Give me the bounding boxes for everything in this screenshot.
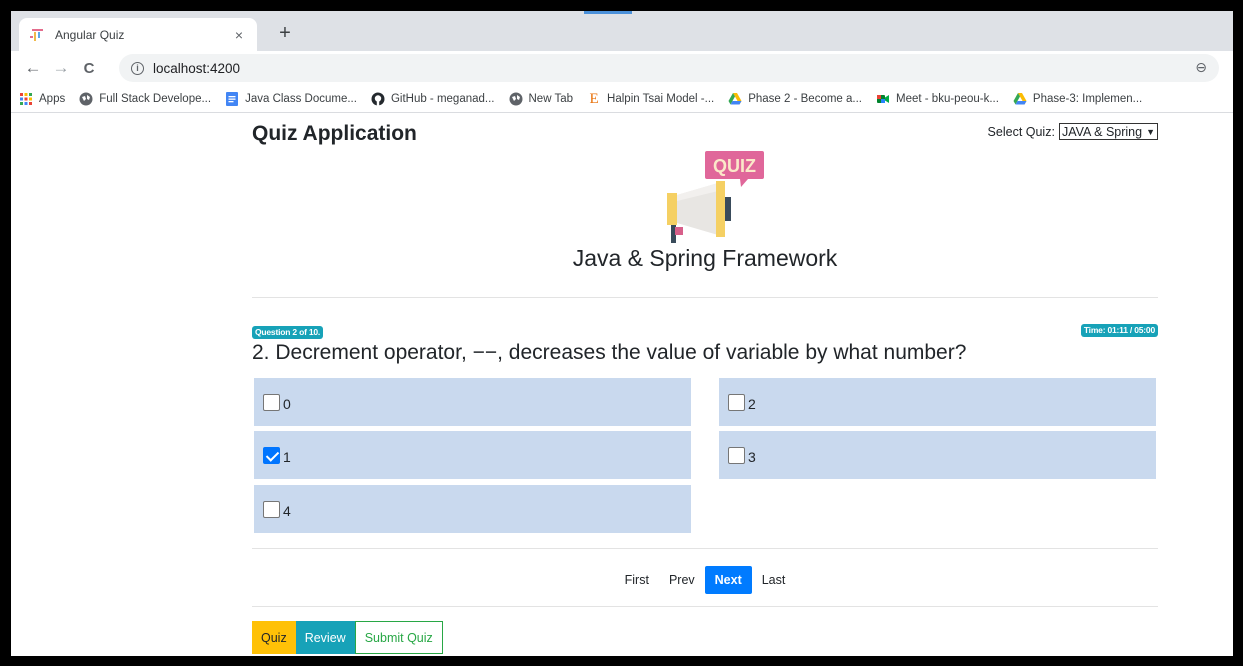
chevron-down-icon: ▼ [1146,126,1155,137]
option-label: 0 [283,396,291,412]
question-text: 2. Decrement operator, −−, decreases the… [252,341,967,364]
github-icon [371,92,385,106]
bookmark-apps[interactable]: Apps [19,92,65,106]
page-viewport: Quiz Application Select Quiz: JAVA & Spr… [11,114,1233,656]
bookmark-label: GitHub - meganad... [390,92,495,105]
reload-button[interactable]: C [75,60,103,77]
bookmark-label: Phase 2 - Become a... [748,92,863,105]
option-label: 2 [748,396,756,412]
bookmark-github[interactable]: GitHub - meganad... [371,92,495,106]
browser-toolbar: ← → C i localhost:4200 ⊖ [11,51,1233,85]
quiz-name-heading: Java & Spring Framework [572,245,838,271]
pager-first-button[interactable]: First [615,566,659,594]
back-button[interactable]: ← [19,58,47,78]
bookmark-label: New Tab [528,92,574,105]
tab-close-icon[interactable]: × [231,27,247,43]
quiz-select-dropdown[interactable]: JAVA & Spring ▼ [1058,123,1158,140]
answer-option-4[interactable]: 4 [254,485,691,533]
option-checkbox[interactable] [728,446,745,464]
megaphone-icon: QUIZ [667,151,764,243]
answer-option-2[interactable]: 2 [719,378,1156,426]
pager-last-button[interactable]: Last [752,566,796,594]
mode-button-group: Quiz Review Submit Quiz [252,621,443,654]
pager-next-button[interactable]: Next [704,566,752,594]
pager-prev-button[interactable]: Prev [659,566,705,594]
bookmark-phase-2[interactable]: Phase 2 - Become a... [728,92,862,106]
bookmark-label: Phase-3: Implemen... [1032,92,1143,105]
site-info-icon[interactable]: i [131,61,144,75]
logo-text: QUIZ [713,156,756,176]
option-checkbox[interactable] [263,500,280,518]
divider [252,297,1158,298]
tab-strip-accent [584,11,632,14]
quiz-mode-button[interactable]: Quiz [252,621,296,654]
divider [252,548,1158,549]
bookmark-phase-3[interactable]: Phase-3: Implemen... [1013,92,1142,106]
browser-window: Angular Quiz × + ← → C i localhost:4200 … [11,11,1233,656]
google-drive-icon [1013,92,1027,106]
globe-icon [79,92,93,106]
address-url: localhost:4200 [153,60,241,76]
option-checkbox[interactable] [728,393,745,411]
google-meet-icon [876,92,890,106]
bookmark-label: Apps [39,92,66,105]
bookmarks-bar: Apps Full Stack Develope... Java Class D… [11,85,1233,113]
bookmark-label: Java Class Docume... [245,92,357,105]
new-tab-button[interactable]: + [273,22,297,44]
bookmark-new-tab[interactable]: New Tab [509,92,574,106]
apps-grid-icon [19,92,33,106]
divider [252,606,1158,607]
option-label: 3 [748,449,756,465]
selected-quiz-value: JAVA & Spring [1061,124,1143,139]
question-count-badge: Question 2 of 10. [252,326,324,339]
forward-button[interactable]: → [47,58,75,78]
address-bar[interactable]: i localhost:4200 ⊖ [119,54,1219,82]
bookmark-label: Meet - bku-peou-k... [896,92,999,105]
zoom-icon[interactable]: ⊖ [1195,59,1207,76]
bookmark-label: Halpin Tsai Model -... [607,92,715,105]
answer-option-1[interactable]: 1 [254,431,691,479]
bookmark-label: Full Stack Develope... [99,92,212,105]
angular-favicon-icon [29,27,45,43]
quiz-container: Quiz Application Select Quiz: JAVA & Spr… [252,114,1158,656]
tab-strip: Angular Quiz × + [11,11,1233,51]
review-mode-button[interactable]: Review [295,621,355,654]
page-title: Quiz Application [252,122,417,145]
bookmark-meet[interactable]: Meet - bku-peou-k... [876,92,999,106]
bookmark-halpin-tsai[interactable]: E Halpin Tsai Model -... [587,90,715,107]
browser-tab[interactable]: Angular Quiz × [19,18,257,51]
timer-badge: Time: 01:11 / 05:00 [1080,324,1158,337]
bookmark-java-class[interactable]: Java Class Docume... [225,91,357,106]
google-docs-icon [225,91,239,106]
option-label: 1 [283,449,291,465]
question-pager: First Prev Next Last [252,566,1158,594]
bookmark-full-stack[interactable]: Full Stack Develope... [79,92,211,106]
answer-option-3[interactable]: 3 [719,431,1156,479]
globe-icon [509,92,523,106]
option-checkbox[interactable] [263,393,280,411]
select-quiz-label: Select Quiz: [987,124,1055,139]
quiz-selector: Select Quiz: JAVA & Spring ▼ [988,123,1158,140]
answer-option-0[interactable]: 0 [254,378,691,426]
quiz-logo: QUIZ [648,147,766,259]
option-label: 4 [283,503,291,519]
google-drive-icon [728,92,742,106]
tab-title: Angular Quiz [55,27,125,42]
option-checkbox-checked[interactable] [263,446,280,464]
e-letter-icon: E [589,90,599,107]
submit-quiz-button[interactable]: Submit Quiz [354,621,443,654]
